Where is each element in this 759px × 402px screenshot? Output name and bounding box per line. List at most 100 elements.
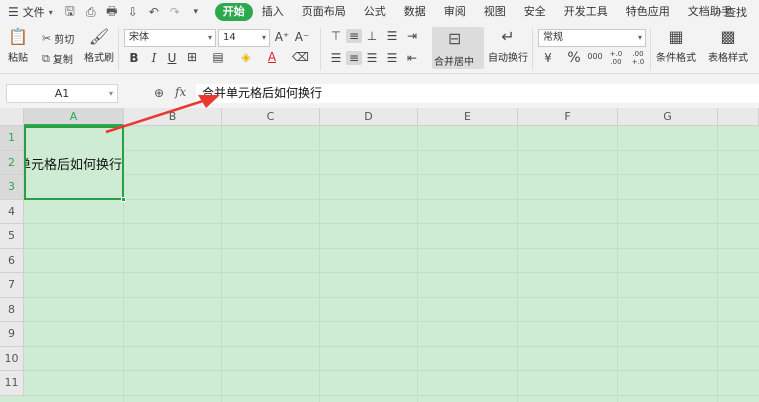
zoom-icon[interactable]: ⊕ xyxy=(154,86,164,100)
decrease-font-icon[interactable]: A⁻ xyxy=(294,30,310,44)
align-bottom-icon[interactable]: ⊥ xyxy=(364,29,380,43)
fill-handle[interactable] xyxy=(121,197,126,202)
fx-icon[interactable]: fx xyxy=(175,85,186,99)
tab-features[interactable]: 特色应用 xyxy=(617,3,679,21)
row-header-3[interactable]: 3 xyxy=(0,175,24,200)
format-painter-label: 格式刷 xyxy=(84,53,114,64)
fill-color-icon[interactable]: ◈ xyxy=(238,50,254,64)
print-icon[interactable]: 🖶 xyxy=(105,2,119,23)
paste-label: 粘贴 xyxy=(8,53,28,64)
row-gridline xyxy=(24,247,759,249)
increase-decimal-button[interactable]: +.0 .00 xyxy=(606,50,626,66)
tab-page-layout[interactable]: 页面布局 xyxy=(293,3,355,21)
tab-review[interactable]: 审阅 xyxy=(435,3,475,21)
row-header-2[interactable]: 2 xyxy=(0,150,24,175)
cell-reference: A1 xyxy=(54,87,70,100)
file-menu-label: 文件 xyxy=(22,6,45,19)
tab-formulas[interactable]: 公式 xyxy=(355,3,395,21)
row-header-8[interactable]: 8 xyxy=(0,297,24,322)
column-header-b[interactable]: B xyxy=(124,108,222,126)
align-center-icon[interactable]: ≡ xyxy=(346,51,362,65)
merge-center-button[interactable]: ⊟ 合并居中 xyxy=(432,27,484,69)
tab-security[interactable]: 安全 xyxy=(515,3,555,21)
format-painter-button[interactable]: 🖌 格式刷 xyxy=(84,28,114,65)
indent-icon[interactable]: ⇥ xyxy=(404,29,420,43)
undo-icon[interactable]: ↶ xyxy=(147,5,161,19)
ribbon-tabs: 开始 插入 页面布局 公式 数据 审阅 视图 安全 开发工具 特色应用 文档助手 xyxy=(214,3,741,21)
column-gridline xyxy=(617,126,618,402)
underline-button[interactable]: U xyxy=(164,51,180,65)
italic-button[interactable]: I xyxy=(146,51,162,65)
conditional-format-label: 条件格式 xyxy=(656,53,696,64)
search-button[interactable]: ⌕ 查找 xyxy=(716,4,747,20)
row-header-9[interactable]: 9 xyxy=(0,322,24,347)
row-gridline xyxy=(24,149,759,151)
align-middle-icon[interactable]: ≡ xyxy=(346,29,362,43)
borders-icon[interactable]: ⊞ xyxy=(184,50,200,64)
paste-button[interactable]: 📋 粘贴 xyxy=(8,27,28,65)
column-header-c[interactable]: C xyxy=(222,108,320,126)
column-gridline xyxy=(221,126,222,402)
auto-wrap-label: 自动换行 xyxy=(488,53,528,64)
align-right-icon[interactable]: ☰ xyxy=(364,51,380,65)
table-style-button[interactable]: ▩ 表格样式 xyxy=(708,28,748,65)
align-top-icon[interactable]: ⊤ xyxy=(328,29,344,43)
chevron-down-icon: ▾ xyxy=(637,33,642,42)
font-size-select[interactable]: 14 ▾ xyxy=(218,29,270,47)
column-header-a[interactable]: A xyxy=(24,108,124,126)
cell-style-icon[interactable]: ▤ xyxy=(210,50,226,64)
select-all-corner[interactable] xyxy=(0,108,24,126)
tab-developer[interactable]: 开发工具 xyxy=(555,3,617,21)
row-header-1[interactable]: 1 xyxy=(0,126,24,151)
export-icon[interactable]: ⇩ xyxy=(126,5,140,19)
column-gridline xyxy=(319,126,320,402)
bold-button[interactable]: B xyxy=(126,51,142,65)
row-gridline xyxy=(24,296,759,298)
row-header-6[interactable]: 6 xyxy=(0,248,24,273)
auto-wrap-button[interactable]: ↵ 自动换行 xyxy=(488,28,528,65)
divider xyxy=(118,28,119,70)
decrease-decimal-button[interactable]: .00 +.0 xyxy=(628,50,648,66)
table-style-label: 表格样式 xyxy=(708,53,748,64)
row-header-7[interactable]: 7 xyxy=(0,273,24,298)
more-icon[interactable]: ▾ xyxy=(189,7,203,17)
column-header-f[interactable]: F xyxy=(518,108,618,126)
column-header-d[interactable]: D xyxy=(320,108,418,126)
tab-insert[interactable]: 插入 xyxy=(253,3,293,21)
align-left-icon[interactable]: ☰ xyxy=(328,51,344,65)
outdent-icon[interactable]: ⇤ xyxy=(404,51,420,65)
tab-data[interactable]: 数据 xyxy=(395,3,435,21)
column-header-g[interactable]: G xyxy=(618,108,718,126)
column-header-e[interactable]: E xyxy=(418,108,518,126)
row-header-5[interactable]: 5 xyxy=(0,224,24,249)
row-header-10[interactable]: 10 xyxy=(0,346,24,371)
tab-view[interactable]: 视图 xyxy=(475,3,515,21)
chevron-down-icon: ▾ xyxy=(108,89,113,98)
distribute-icon[interactable]: ☰ xyxy=(384,51,400,65)
font-color-icon[interactable]: A xyxy=(264,50,280,64)
currency-icon[interactable]: ¥ xyxy=(540,51,556,65)
increase-font-icon[interactable]: A⁺ xyxy=(274,30,290,44)
formula-input[interactable]: 合并单元格后如何换行 xyxy=(196,84,759,103)
spreadsheet-grid[interactable]: ABCDEFG 1234567891011 合并单元格后如何换行 xyxy=(0,108,759,402)
divider xyxy=(532,28,533,70)
save-icon[interactable]: 🖫 xyxy=(63,2,77,23)
tab-home[interactable]: 开始 xyxy=(214,3,253,21)
percent-button[interactable]: % xyxy=(566,50,582,66)
print-preview-icon[interactable]: ⎙ xyxy=(84,5,98,20)
file-menu[interactable]: ☰ 文件 ▾ xyxy=(8,2,53,22)
paste-icon: 📋 xyxy=(8,27,28,46)
thousands-button[interactable]: 000 xyxy=(584,52,606,61)
row-header-11[interactable]: 11 xyxy=(0,371,24,396)
number-format-select[interactable]: 常规 ▾ xyxy=(538,29,646,47)
name-box[interactable]: A1 ▾ xyxy=(6,84,118,103)
copy-button[interactable]: ⧉ 复制 xyxy=(42,51,73,67)
conditional-format-button[interactable]: ▦ 条件格式 xyxy=(656,28,696,65)
redo-icon[interactable]: ↷ xyxy=(168,5,182,19)
row-header-4[interactable]: 4 xyxy=(0,199,24,224)
merged-cell-a1-a3[interactable]: 合并单元格后如何换行 xyxy=(24,126,124,200)
cut-button[interactable]: ✂ 剪切 xyxy=(42,31,74,46)
font-name-select[interactable]: 宋体 ▾ xyxy=(124,29,216,47)
justify-icon[interactable]: ☰ xyxy=(384,29,400,43)
eraser-icon[interactable]: ⌫ xyxy=(292,50,309,64)
